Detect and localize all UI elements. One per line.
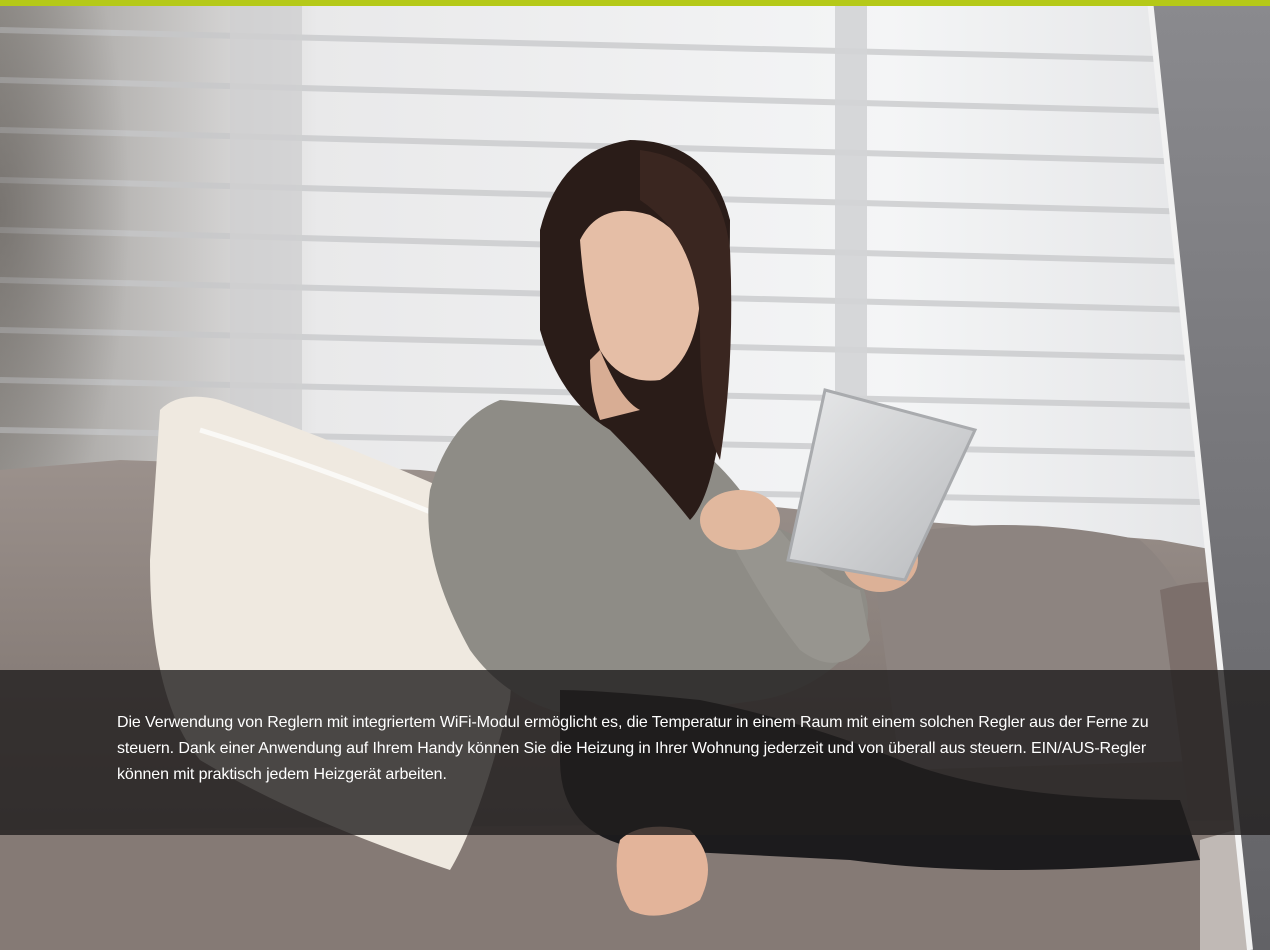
- caption-text: Die Verwendung von Reglern mit integrier…: [117, 714, 1149, 783]
- accent-bar: [0, 0, 1270, 6]
- caption-banner: Die Verwendung von Reglern mit integrier…: [0, 670, 1270, 835]
